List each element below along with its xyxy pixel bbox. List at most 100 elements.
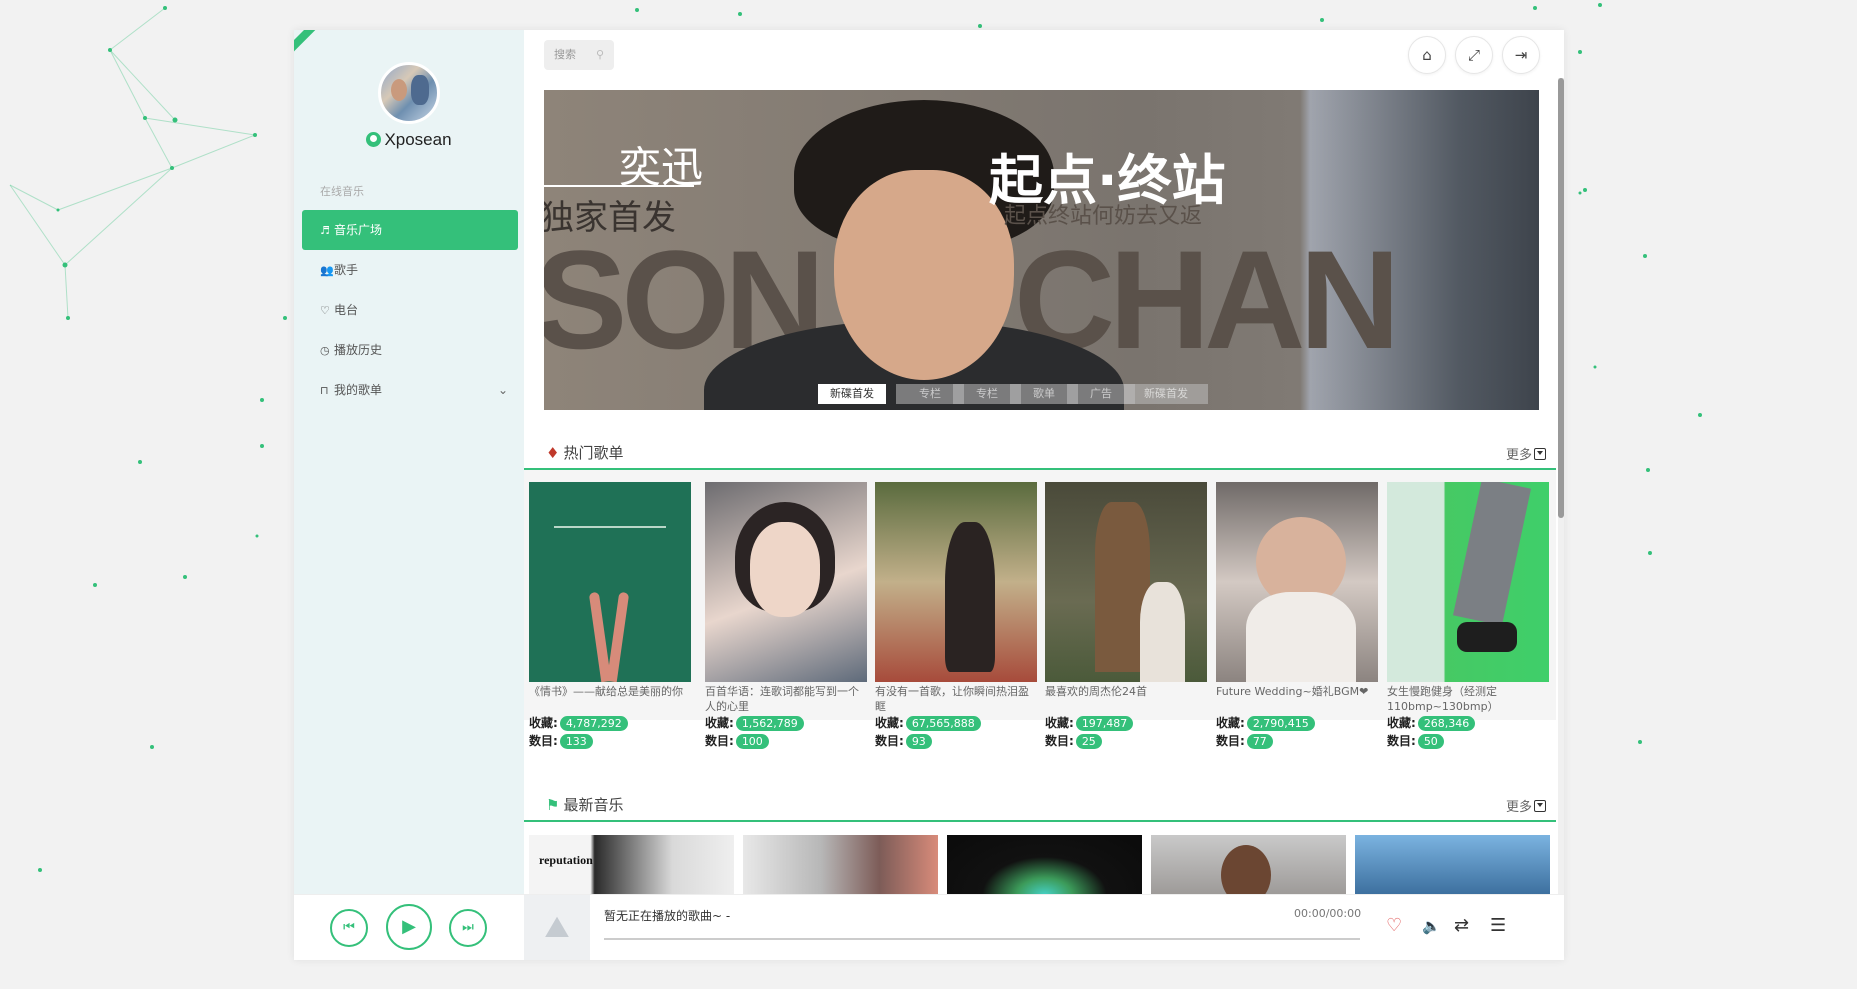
playlist-cover[interactable] [529,482,691,682]
playlist-cover[interactable] [1387,482,1549,682]
collect-count-badge: 1,562,789 [735,716,804,731]
song-count-badge: 77 [1246,734,1273,749]
playlist-title[interactable]: 女生慢跑健身（经测定110bmp~130bmp） [1387,684,1549,714]
album-cover[interactable] [947,835,1142,894]
playlist-card[interactable]: 女生慢跑健身（经测定110bmp~130bmp） 收藏: 268,346 数目: 5… [1387,482,1549,750]
playlist-count-row: 数目: 93 [875,732,1037,750]
sidebar-item-label: 我的歌单 [334,383,383,397]
progress-bar[interactable] [604,938,1360,940]
playlist-count-row: 数目: 50 [1387,732,1549,750]
count-label: 数目: [1045,734,1074,748]
heartbeat-icon: ♡ [320,304,330,317]
count-label: 数目: [705,734,734,748]
playlist-card[interactable]: 有没有一首歌，让你瞬间热泪盈眶 收藏: 67,565,888 数目: 93 [875,482,1037,750]
logout-button[interactable]: ⇥ [1502,36,1540,74]
hot-more-link[interactable]: 更多 [1506,444,1546,463]
latest-title-text: 最新音乐 [563,796,624,814]
search-icon[interactable]: ⚲ [596,40,604,70]
album-cover-text: reputation [539,853,593,867]
playlist-cover[interactable] [1045,482,1207,682]
sidebar-item-label: 播放历史 [334,343,383,357]
home-button[interactable]: ⌂ [1408,36,1446,74]
music-icon: ♬ [320,224,330,237]
song-count-badge: 25 [1075,734,1102,749]
album-cover[interactable] [1151,835,1346,894]
playlist-count-row: 数目: 133 [529,732,691,750]
latest-music-title: ⚑ 最新音乐 [546,794,623,815]
album-cover[interactable] [1355,835,1550,894]
playlist-card[interactable]: 最喜欢的周杰伦24首 收藏: 197,487 数目: 25 [1045,482,1207,750]
collect-label: 收藏: [705,716,734,730]
playlist-title[interactable]: 有没有一首歌，让你瞬间热泪盈眶 [875,684,1037,714]
latest-music-header: ⚑ 最新音乐 更多 [524,782,1556,822]
playlist-cover[interactable] [1216,482,1378,682]
scrollbar-thumb[interactable] [1558,78,1564,518]
collect-count-badge: 268,346 [1417,716,1476,731]
collect-count-badge: 4,787,292 [559,716,628,731]
collect-label: 收藏: [875,716,904,730]
banner-tab[interactable]: 新碟首发 [818,384,886,404]
playlist-title[interactable]: 《情书》——献给总是美丽的你 [529,684,691,714]
album-cover[interactable] [743,835,938,894]
playlist-count-row: 数目: 77 [1216,732,1378,750]
search-placeholder: 搜索 [554,48,576,61]
latest-more-link[interactable]: 更多 [1506,796,1546,815]
image-placeholder-icon: ⛰ [544,910,570,945]
playlist-card[interactable]: Future Wedding~婚礼BGM❤ 收藏: 2,790,415 数目: 77 [1216,482,1378,750]
next-button[interactable]: ⏭ [449,909,487,947]
collect-count-badge: 2,790,415 [1246,716,1315,731]
playlist-collect-row: 收藏: 197,487 [1045,714,1207,732]
play-icon: ▶ [402,916,416,937]
playlist-cover[interactable] [875,482,1037,682]
username[interactable]: Xposean [294,130,524,150]
chevron-down-icon[interactable]: ⌄ [498,370,508,410]
playlist-cover[interactable] [705,482,867,682]
sidebar-item-singers[interactable]: 👥歌手 [302,250,518,290]
playlist-collect-row: 收藏: 268,346 [1387,714,1549,732]
playlist-title[interactable]: Future Wedding~婚礼BGM❤ [1216,684,1378,714]
previous-button[interactable]: ⏮ [330,909,368,947]
caret-square-down-icon [1534,448,1546,460]
song-count-badge: 93 [905,734,932,749]
playlist-count-row: 数目: 100 [705,732,867,750]
playlist-card[interactable]: 百首华语：连歌词都能写到一个人的心里 收藏: 1,562,789 数目: 100 [705,482,867,750]
play-button[interactable]: ▶ [386,904,432,950]
sidebar-item-history[interactable]: ◷ 播放历史 [302,330,518,370]
sidebar-item-radio[interactable]: ♡ 电台 [302,290,518,330]
fullscreen-button[interactable]: ⤢ [1455,36,1493,74]
sidebar-item-label: 电台 [334,303,359,317]
volume-icon[interactable]: 🔈 [1422,917,1441,935]
clock-icon: ◷ [320,344,330,357]
scrollbar[interactable] [1558,78,1564,894]
corner-ribbon [294,30,362,76]
sidebar-item-label: 歌手 [334,263,359,277]
album-cover[interactable]: reputation [529,835,734,894]
heart-icon[interactable]: ♡ [1386,915,1402,936]
playlist-title[interactable]: 百首华语：连歌词都能写到一个人的心里 [705,684,867,714]
repeat-icon[interactable]: ⇄ [1454,915,1469,936]
playlist-menu-icon[interactable]: ☰ [1490,915,1506,936]
count-label: 数目: [529,734,558,748]
user-circle-icon [366,132,382,147]
more-label: 更多 [1505,448,1532,463]
count-label: 数目: [1387,734,1416,748]
banner-carousel[interactable]: SON CHAN 奕迅 独家首发 起点·终站 起点终站何妨去又返 新碟首发 专栏… [544,90,1539,410]
fire-icon: ♦ [546,444,560,462]
search-input[interactable]: 搜索 ⚲ [544,40,614,70]
logout-icon: ⇥ [1514,46,1528,64]
playlist-card[interactable]: 《情书》——献给总是美丽的你 收藏: 4,787,292 数目: 133 [529,482,691,750]
hot-playlists-title: ♦ 热门歌单 [546,442,623,463]
banner-album-subtitle: 起点终站何妨去又返 [1004,204,1203,229]
avatar[interactable] [378,62,440,124]
playlist-collect-row: 收藏: 4,787,292 [529,714,691,732]
playlist-title[interactable]: 最喜欢的周杰伦24首 [1045,684,1207,714]
username-label: Xposean [384,130,452,149]
sidebar-item-my-playlists[interactable]: ⊓ 我的歌单 ⌄ [302,370,518,410]
banner-tab[interactable]: 新碟首发 [1124,384,1208,404]
banner-divider [544,185,694,187]
skip-back-icon: ⏮ [343,920,355,935]
collect-label: 收藏: [1387,716,1416,730]
users-icon: 👥 [320,264,334,277]
sidebar-item-music-square[interactable]: ♬ 音乐广场 [302,210,518,250]
caret-square-down-icon [1534,800,1546,812]
